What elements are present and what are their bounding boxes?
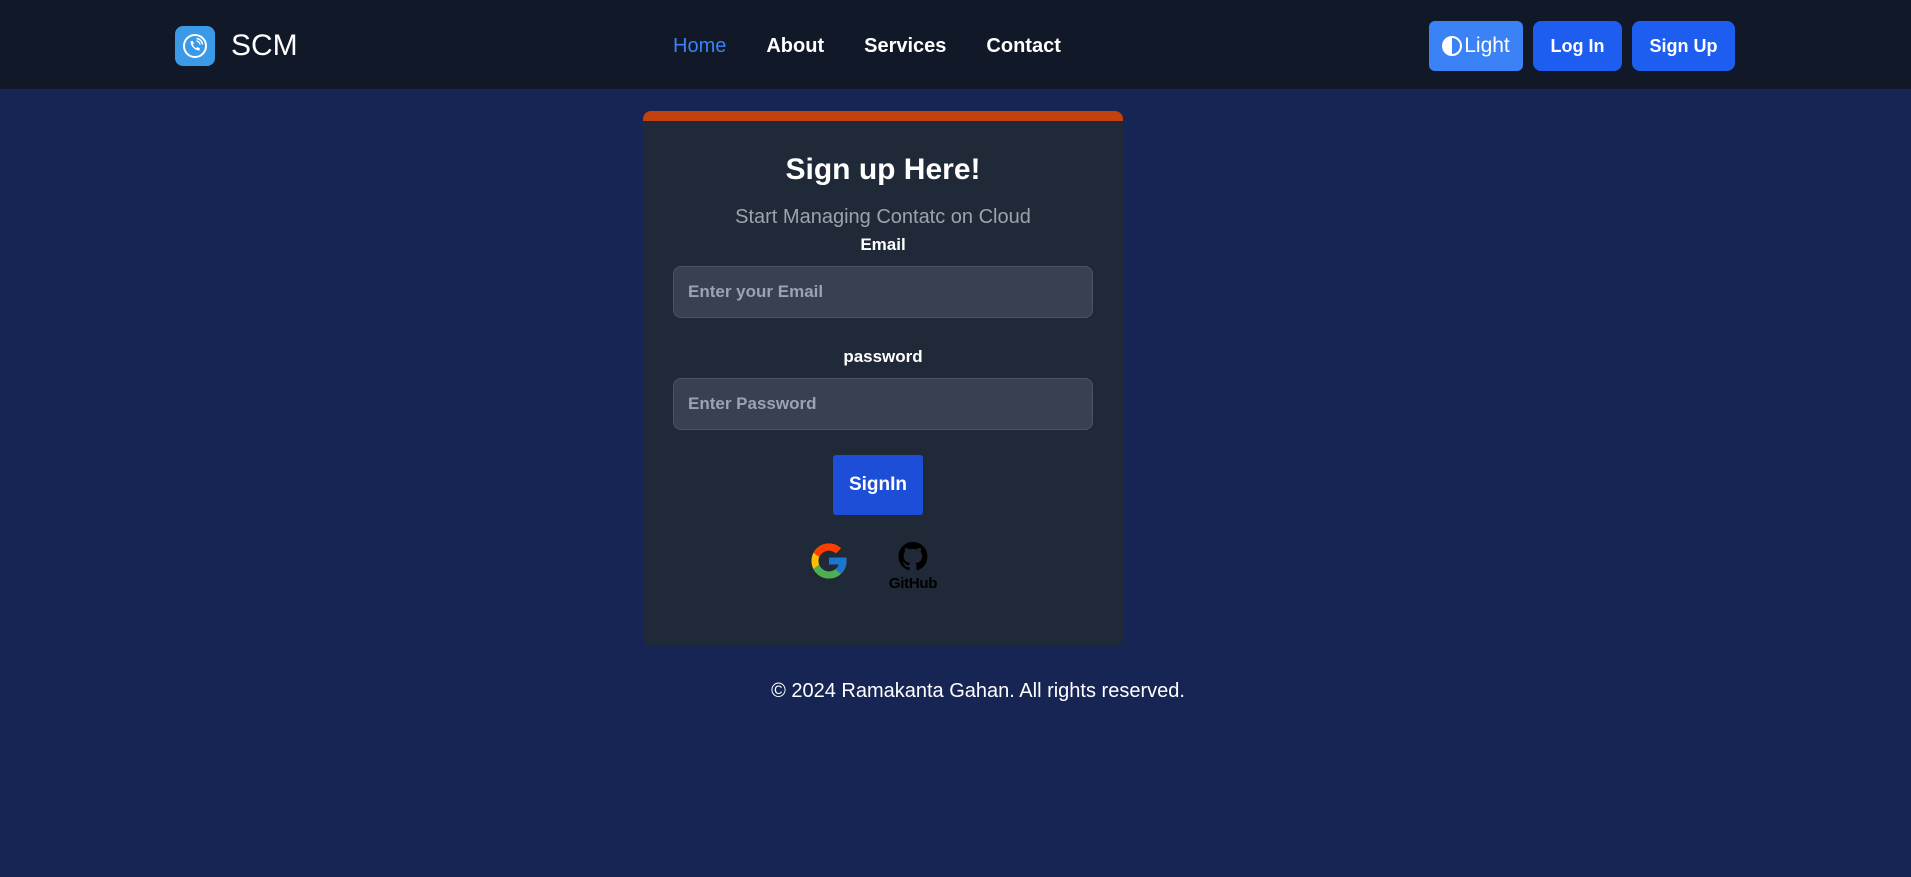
form-subtitle: Start Managing Contatc on Cloud bbox=[735, 206, 1031, 228]
email-field[interactable] bbox=[673, 266, 1093, 318]
footer-copyright: © 2024 Ramakanta Gahan. All rights reser… bbox=[771, 680, 1185, 702]
phone-call-icon bbox=[175, 26, 215, 66]
half-circle-contrast-icon bbox=[1442, 36, 1463, 56]
login-button[interactable]: Log In bbox=[1533, 21, 1622, 71]
navbar: SCM Home About Services Contact Light Lo… bbox=[0, 0, 1911, 90]
card-accent-bar bbox=[643, 111, 1123, 121]
nav-link-about[interactable]: About bbox=[766, 35, 824, 58]
nav-link-home[interactable]: Home bbox=[673, 35, 726, 58]
github-label: GitHub bbox=[888, 575, 938, 592]
email-label: Email bbox=[860, 235, 906, 254]
signin-button[interactable]: SignIn bbox=[833, 455, 923, 515]
form-title: Sign up Here! bbox=[785, 153, 981, 186]
signup-button[interactable]: Sign Up bbox=[1632, 21, 1735, 71]
nav-link-contact[interactable]: Contact bbox=[986, 35, 1060, 58]
nav-link-services[interactable]: Services bbox=[864, 35, 946, 58]
theme-toggle-label: Light bbox=[1464, 34, 1510, 57]
github-icon[interactable]: GitHub bbox=[883, 541, 943, 593]
google-icon[interactable] bbox=[808, 540, 850, 582]
theme-toggle-button[interactable]: Light bbox=[1429, 21, 1523, 71]
signup-card: Sign up Here! Start Managing Contatc on … bbox=[643, 111, 1123, 646]
password-label: password bbox=[843, 347, 923, 366]
brand-name: SCM bbox=[231, 29, 298, 62]
brand[interactable]: SCM bbox=[175, 26, 298, 66]
password-field[interactable] bbox=[673, 378, 1093, 430]
main-nav: Home About Services Contact bbox=[673, 35, 1101, 58]
